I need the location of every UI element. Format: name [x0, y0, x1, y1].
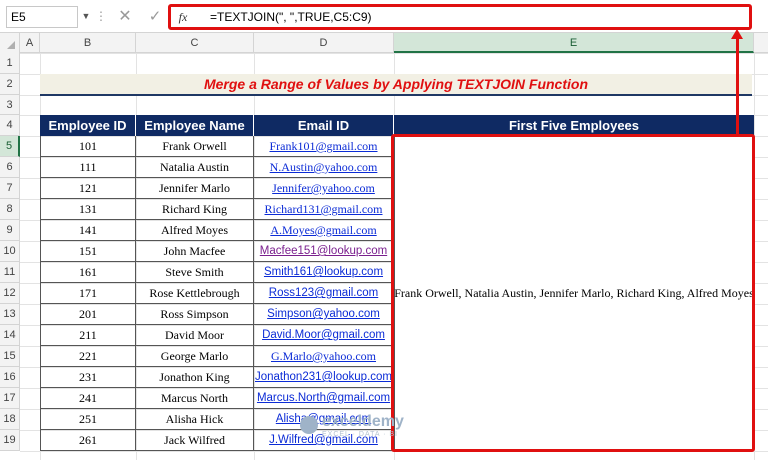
employee-id-cell: 171	[40, 283, 136, 304]
result-highlight-box	[391, 134, 755, 452]
column-header-b[interactable]: B	[40, 33, 136, 53]
row-header[interactable]: 12	[0, 283, 20, 304]
employee-id-cell: 161	[40, 262, 136, 283]
employee-id-cell: 221	[40, 346, 136, 367]
employee-name-cell: John Macfee	[136, 241, 254, 262]
employee-name-cell: Jack Wilfred	[136, 430, 254, 451]
watermark-tagline: EXCEL · DATA · BI	[322, 431, 398, 438]
column-header-e[interactable]: E	[394, 33, 754, 53]
select-all-triangle-icon	[7, 41, 15, 49]
employee-id-cell: 141	[40, 220, 136, 241]
employee-id-cell: 111	[40, 157, 136, 178]
row-header[interactable]: 2	[0, 74, 20, 95]
employee-name-cell: Alfred Moyes	[136, 220, 254, 241]
row-header[interactable]: 19	[0, 430, 20, 451]
page-title: Merge a Range of Values by Applying TEXT…	[203, 76, 588, 92]
exceldemy-logo-icon	[300, 416, 318, 434]
email-link[interactable]: Ross123@gmail.com	[254, 283, 394, 304]
employee-name-cell: Richard King	[136, 199, 254, 220]
row-header[interactable]: 14	[0, 325, 20, 346]
employee-name-cell: George Marlo	[136, 346, 254, 367]
arrow-line	[736, 36, 739, 134]
email-link[interactable]: Macfee151@lookup.com	[254, 241, 394, 262]
employee-id-cell: 251	[40, 409, 136, 430]
employee-name-cell: Jonathon King	[136, 367, 254, 388]
watermark-name: exceldemy	[322, 413, 404, 430]
email-link[interactable]: N.Austin@yahoo.com	[254, 157, 394, 178]
employee-name-cell: Natalia Austin	[136, 157, 254, 178]
email-link[interactable]: Jonathon231@lookup.com	[254, 367, 394, 388]
employee-id-cell: 231	[40, 367, 136, 388]
row-header[interactable]: 17	[0, 388, 20, 409]
employee-id-cell: 101	[40, 136, 136, 157]
chevron-down-icon[interactable]: ▼	[80, 8, 92, 24]
employee-id-cell: 121	[40, 178, 136, 199]
gridline	[20, 53, 768, 54]
email-link[interactable]: Richard131@gmail.com	[254, 199, 394, 220]
employee-name-cell: Steve Smith	[136, 262, 254, 283]
email-link[interactable]: Frank101@gmail.com	[254, 136, 394, 157]
row-header[interactable]: 18	[0, 409, 20, 430]
formula-highlight-box	[168, 4, 752, 30]
row-header[interactable]: 15	[0, 346, 20, 367]
employee-name-cell: Frank Orwell	[136, 136, 254, 157]
row-header[interactable]: 13	[0, 304, 20, 325]
email-link[interactable]: Smith161@lookup.com	[254, 262, 394, 283]
row-header[interactable]: 4	[0, 115, 20, 136]
row-header[interactable]: 9	[0, 220, 20, 241]
employee-id-cell: 151	[40, 241, 136, 262]
arrow-up-icon	[731, 29, 743, 39]
row-header[interactable]: 6	[0, 157, 20, 178]
row-header[interactable]: 3	[0, 95, 20, 115]
header-first-five-employees: First Five Employees	[394, 115, 754, 136]
employee-name-cell: Marcus North	[136, 388, 254, 409]
row-header[interactable]: 11	[0, 262, 20, 283]
employee-id-cell: 211	[40, 325, 136, 346]
employee-name-cell: Jennifer Marlo	[136, 178, 254, 199]
row-header[interactable]: 10	[0, 241, 20, 262]
employee-name-cell: Ross Simpson	[136, 304, 254, 325]
column-header-a[interactable]: A	[20, 33, 40, 53]
title-underline	[40, 94, 752, 96]
email-link[interactable]: Simpson@yahoo.com	[254, 304, 394, 325]
enter-icon[interactable]: ✓	[144, 6, 166, 28]
header-employee-name: Employee Name	[136, 115, 254, 136]
name-box[interactable]: E5	[6, 6, 78, 28]
email-link[interactable]: Jennifer@yahoo.com	[254, 178, 394, 199]
employee-name-cell: Rose Kettlebrough	[136, 283, 254, 304]
more-icon[interactable]: ⋮	[95, 8, 107, 24]
email-link[interactable]: David.Moor@gmail.com	[254, 325, 394, 346]
row-header[interactable]: 8	[0, 199, 20, 220]
row-header[interactable]: 5	[0, 136, 20, 157]
row-header[interactable]: 7	[0, 178, 20, 199]
email-link[interactable]: A.Moyes@gmail.com	[254, 220, 394, 241]
employee-id-cell: 241	[40, 388, 136, 409]
header-employee-id: Employee ID	[40, 115, 136, 136]
column-header-c[interactable]: C	[136, 33, 254, 53]
email-link[interactable]: G.Marlo@yahoo.com	[254, 346, 394, 367]
row-header[interactable]: 1	[0, 53, 20, 74]
column-header-d[interactable]: D	[254, 33, 394, 53]
row-header[interactable]: 16	[0, 367, 20, 388]
cancel-icon[interactable]: ✕	[114, 6, 136, 28]
employee-id-cell: 131	[40, 199, 136, 220]
employee-id-cell: 261	[40, 430, 136, 451]
employee-id-cell: 201	[40, 304, 136, 325]
employee-name-cell: David Moor	[136, 325, 254, 346]
employee-name-cell: Alisha Hick	[136, 409, 254, 430]
header-email-id: Email ID	[254, 115, 394, 136]
email-link[interactable]: Marcus.North@gmail.com	[254, 388, 394, 409]
